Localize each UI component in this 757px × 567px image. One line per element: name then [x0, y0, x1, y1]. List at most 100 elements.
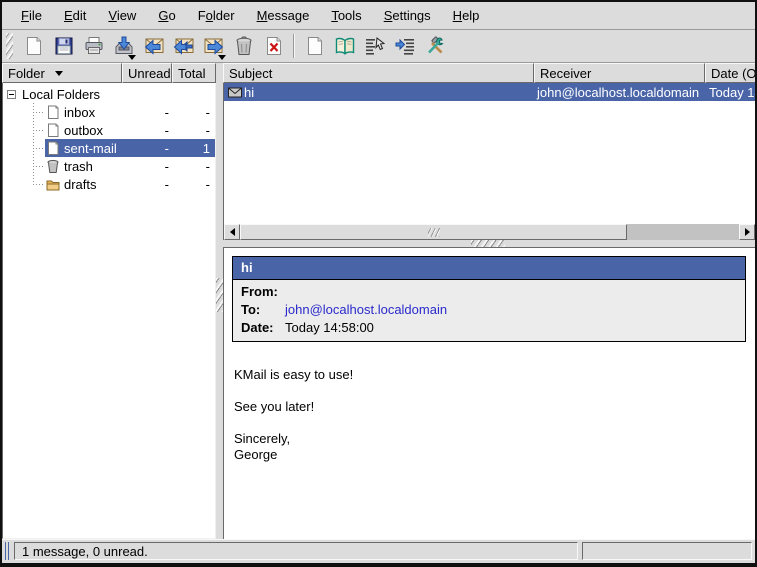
delete-button[interactable]: [260, 33, 287, 60]
goto-button[interactable]: [391, 33, 418, 60]
date-value: Today 14:58:00: [285, 319, 374, 337]
tree-line: [33, 103, 34, 184]
message-header-box: hi From: To: john@localhost.localdomain …: [232, 256, 746, 342]
forward-button[interactable]: [200, 33, 227, 60]
sort-arrow-icon: [55, 71, 63, 76]
scroll-left-button[interactable]: [224, 224, 240, 240]
total-column-header[interactable]: Total: [172, 63, 216, 83]
reply-all-icon: [173, 35, 195, 57]
menu-go[interactable]: Go: [147, 4, 186, 27]
horizontal-scrollbar[interactable]: [223, 224, 755, 240]
folder-column-header[interactable]: Folder: [2, 63, 122, 83]
body-line: See you later!: [234, 399, 755, 415]
body-line: [234, 415, 755, 431]
splitter-grip[interactable]: [471, 240, 505, 247]
menu-folder[interactable]: Folder: [187, 4, 246, 27]
statusbar: 1 message, 0 unread.: [2, 539, 755, 563]
save-button[interactable]: [50, 33, 77, 60]
collapse-expander-icon[interactable]: [7, 90, 16, 99]
menu-edit[interactable]: Edit: [53, 4, 97, 27]
folder-row-sent-mail[interactable]: sent-mail - 1: [3, 139, 215, 157]
new-page-icon: [304, 35, 326, 57]
status-right-panel: [582, 542, 752, 560]
message-row[interactable]: hi john@localhost.localdomain Today 14:5…: [224, 83, 755, 101]
folder-root-label: Local Folders: [22, 87, 215, 102]
folder-row-trash[interactable]: trash - -: [3, 157, 215, 175]
reply-icon: [143, 35, 165, 57]
from-label: From:: [241, 283, 285, 301]
body-line: Sincerely,: [234, 431, 755, 447]
message-receiver: john@localhost.localdomain: [535, 85, 706, 100]
new-message-button[interactable]: [20, 33, 47, 60]
kmail-window: File Edit View Go Folder Message Tools S…: [0, 0, 757, 567]
check-mail-dropdown-arrow[interactable]: [128, 55, 136, 60]
configure-button[interactable]: [421, 33, 448, 60]
message-list-headers: Subject Receiver Date (Order of Arrival): [223, 63, 755, 83]
address-book-button[interactable]: [331, 33, 358, 60]
goto-icon: [394, 35, 416, 57]
folder-pane: Folder Unread Total Local Folders inbox …: [2, 63, 216, 539]
forward-dropdown-arrow[interactable]: [218, 55, 226, 60]
message-date: Today 14:58: [706, 85, 755, 100]
subject-column-header[interactable]: Subject: [223, 63, 534, 83]
configure-icon: [424, 35, 446, 57]
folder-row-inbox[interactable]: inbox - -: [3, 103, 215, 121]
mark-message-icon: [364, 35, 386, 57]
body-line: George: [234, 447, 755, 463]
folder-icon: [46, 177, 61, 192]
splitter-grip[interactable]: [216, 278, 223, 312]
statusbar-grip: [5, 542, 10, 560]
folder-tree: Local Folders inbox - - outbox: [2, 83, 216, 539]
menu-file[interactable]: File: [10, 4, 53, 27]
delete-icon: [263, 35, 285, 57]
message-preview-pane: hi From: To: john@localhost.localdomain …: [223, 247, 755, 539]
folder-row-local-folders[interactable]: Local Folders: [3, 85, 215, 103]
scrollbar-thumb[interactable]: [240, 224, 627, 240]
folder-pane-headers: Folder Unread Total: [2, 63, 216, 83]
folder-row-drafts[interactable]: drafts - -: [3, 175, 215, 193]
to-address-link[interactable]: john@localhost.localdomain: [285, 301, 447, 319]
unread-column-header[interactable]: Unread: [122, 63, 172, 83]
new-page-button[interactable]: [301, 33, 328, 60]
toolbar-separator: [293, 34, 295, 58]
menu-tools[interactable]: Tools: [320, 4, 372, 27]
message-title: hi: [233, 257, 745, 280]
arrow-right-icon: [745, 228, 750, 236]
mail-file-icon: [46, 141, 61, 156]
reply-all-button[interactable]: [170, 33, 197, 60]
toolbar: [2, 30, 755, 63]
message-body: KMail is easy to use! See you later! Sin…: [234, 367, 755, 463]
folder-row-outbox[interactable]: outbox - -: [3, 121, 215, 139]
tree-branch: [33, 112, 45, 113]
envelope-icon: [228, 87, 242, 98]
receiver-column-header[interactable]: Receiver: [534, 63, 705, 83]
status-message: 1 message, 0 unread.: [14, 542, 578, 560]
menu-help[interactable]: Help: [442, 4, 491, 27]
scrollbar-track[interactable]: [627, 224, 739, 240]
scroll-right-button[interactable]: [739, 224, 755, 240]
check-mail-button[interactable]: [110, 33, 137, 60]
print-icon: [83, 35, 105, 57]
horizontal-splitter[interactable]: [223, 240, 755, 247]
vertical-splitter[interactable]: [216, 63, 223, 539]
date-label: Date:: [241, 319, 285, 337]
new-message-icon: [23, 35, 45, 57]
reply-button[interactable]: [140, 33, 167, 60]
date-column-header[interactable]: Date (Order of Arrival): [705, 63, 755, 83]
menu-view[interactable]: View: [97, 4, 147, 27]
menu-message[interactable]: Message: [246, 4, 321, 27]
to-label: To:: [241, 301, 285, 319]
tree-branch: [33, 148, 45, 149]
menu-settings[interactable]: Settings: [373, 4, 442, 27]
toolbar-drag-handle[interactable]: [6, 33, 13, 59]
mail-file-icon: [46, 123, 61, 138]
trash-folder-icon: [46, 159, 61, 174]
arrow-left-icon: [230, 228, 235, 236]
print-button[interactable]: [80, 33, 107, 60]
message-subject: hi: [244, 85, 254, 100]
mark-message-button[interactable]: [361, 33, 388, 60]
move-to-trash-button[interactable]: [230, 33, 257, 60]
tree-branch: [33, 184, 45, 185]
body-line: KMail is easy to use!: [234, 367, 755, 383]
right-column: Subject Receiver Date (Order of Arrival)…: [223, 63, 755, 539]
